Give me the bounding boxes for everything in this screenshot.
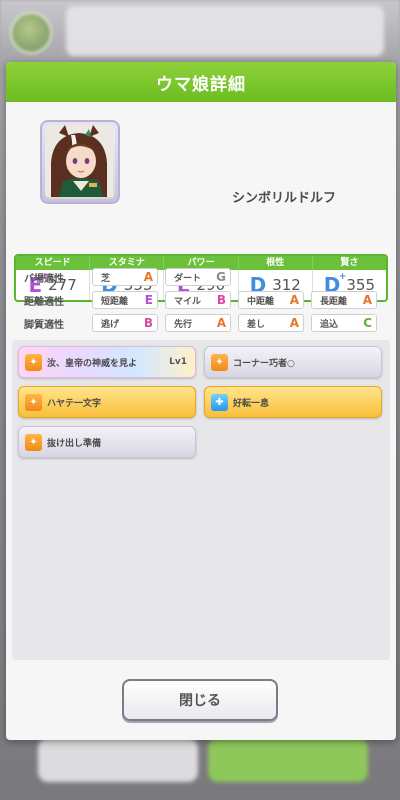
character-portrait-art: [45, 125, 113, 197]
aptitude-name: 芝: [101, 273, 111, 284]
close-button[interactable]: 閉じる: [122, 679, 278, 721]
aptitude-row-distance: 距離適性 短距離 E マイル B 中距離 A 長距離 A: [24, 289, 384, 311]
aptitude-sprint: 短距離 E: [92, 291, 158, 309]
skill-list: ✦ 汝、皇帝の神威を見よ Lv1 ✦ コーナー巧者○ ✦ ハヤテ一文字 ✚ 好転…: [18, 346, 384, 458]
portrait-frame[interactable]: [40, 120, 120, 204]
aptitude-name: 先行: [174, 319, 193, 330]
aptitude-row-track: バ場適性 芝 A ダート G: [24, 266, 384, 288]
background-avatar: [10, 12, 52, 54]
aptitude-grade: A: [362, 293, 372, 307]
skill-icon: ✦: [25, 434, 42, 451]
aptitude-grade: E: [144, 293, 153, 307]
aptitude-long: 長距離 A: [311, 291, 377, 309]
background-button-right: [208, 738, 368, 782]
aptitude-name: 短距離: [101, 296, 129, 307]
aptitude-turf: 芝 A: [92, 268, 158, 286]
aptitude-dirt: ダート G: [165, 268, 231, 286]
aptitude-grade: C: [363, 316, 372, 330]
aptitude-late: 差し A: [238, 314, 304, 332]
skill-icon: ✦: [25, 394, 42, 411]
aptitude-name: 中距離: [247, 296, 275, 307]
aptitude-name: 追込: [320, 319, 339, 330]
aptitude-grade: B: [143, 316, 153, 330]
aptitude-name: 長距離: [320, 296, 348, 307]
aptitude-mile: マイル B: [165, 291, 231, 309]
skill-item[interactable]: ✦ コーナー巧者○: [204, 346, 382, 378]
skill-item[interactable]: ✦ 汝、皇帝の神威を見よ Lv1: [18, 346, 196, 378]
skill-name: 汝、皇帝の神威を見よ: [47, 358, 138, 369]
skill-name: ハヤテ一文字: [47, 398, 102, 409]
skill-item[interactable]: ✦ 抜け出し準備: [18, 426, 196, 458]
character-portrait: [45, 125, 115, 199]
aptitude-label: バ場適性: [24, 273, 64, 285]
skill-icon: ✚: [211, 394, 228, 411]
skill-item[interactable]: ✚ 好転一息: [204, 386, 382, 418]
aptitude-grade: A: [289, 316, 299, 330]
aptitude-end: 追込 C: [311, 314, 377, 332]
dialog-header: ウマ娘詳細: [6, 62, 396, 102]
aptitude-grade: G: [216, 270, 226, 284]
skill-item[interactable]: ✦ ハヤテ一文字: [18, 386, 196, 418]
aptitude-name: ダート: [174, 273, 202, 284]
aptitude-row-style: 脚質適性 逃げ B 先行 A 差し A 追込 C: [24, 312, 384, 334]
aptitude-label: 距離適性: [24, 296, 64, 308]
aptitude-front: 逃げ B: [92, 314, 158, 332]
aptitude-name: マイル: [174, 296, 202, 307]
aptitude-name: 逃げ: [101, 319, 120, 330]
skill-level: Lv1: [169, 357, 187, 367]
aptitude-grade: A: [143, 270, 153, 284]
aptitude-grade: A: [289, 293, 299, 307]
skill-icon: ✦: [211, 354, 228, 371]
aptitude-label: 脚質適性: [24, 319, 64, 331]
aptitude-name: 差し: [247, 319, 266, 330]
background-button-left: [38, 738, 198, 782]
aptitude-table: バ場適性 芝 A ダート G 距離適性 短距離 E マイル B 中距離 A 長距…: [24, 266, 384, 335]
skill-name: 抜け出し準備: [47, 438, 102, 449]
dialog-title: ウマ娘詳細: [156, 74, 246, 95]
aptitude-medium: 中距離 A: [238, 291, 304, 309]
aptitude-pace: 先行 A: [165, 314, 231, 332]
character-name: シンボリルドルフ: [232, 191, 337, 206]
skills-panel: ✦ 汝、皇帝の神威を見よ Lv1 ✦ コーナー巧者○ ✦ ハヤテ一文字 ✚ 好転…: [12, 340, 390, 660]
background-message-bubble: [66, 6, 384, 56]
character-profile: シンボリルドルフ スピード スタミナ パワー 根性 賢さ E+ 277 D+ 3…: [6, 102, 396, 302]
aptitude-grade: B: [216, 293, 226, 307]
skill-name: 好転一息: [233, 398, 270, 409]
detail-dialog: ウマ娘詳細 シンボリルドルフ スピード スタミナ パワー 根性 賢さ E + 2…: [6, 62, 396, 740]
skill-name: コーナー巧者○: [233, 358, 295, 369]
skill-icon: ✦: [25, 354, 42, 371]
aptitude-grade: A: [216, 316, 226, 330]
